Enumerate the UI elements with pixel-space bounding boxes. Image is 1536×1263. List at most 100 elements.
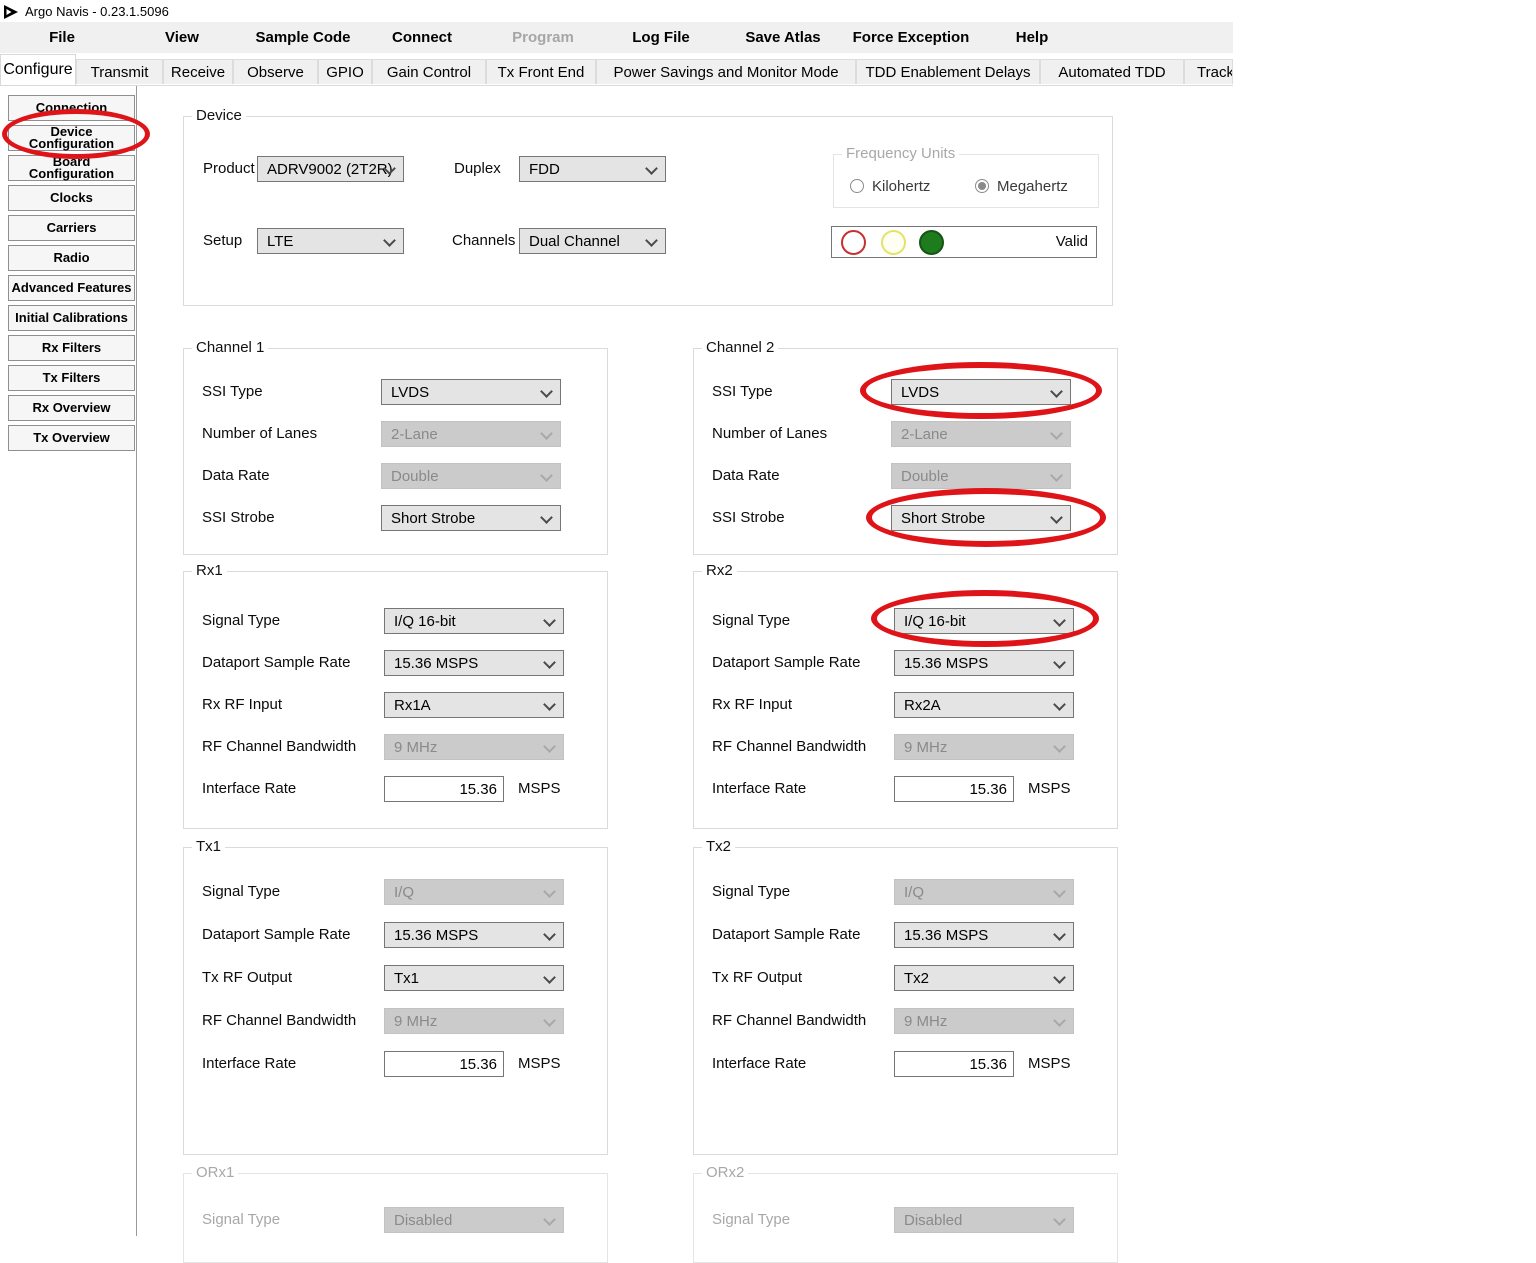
tab-observe[interactable]: Observe (233, 59, 318, 84)
tx1-sample-rate-dropdown[interactable]: 15.36 MSPS (384, 922, 564, 948)
rx2-signal-type-dropdown[interactable]: I/Q 16-bit (894, 608, 1074, 634)
sidebar-item-rx-overview[interactable]: Rx Overview (8, 395, 135, 421)
tx2-interface-rate-label: Interface Rate (712, 1055, 806, 1072)
product-dropdown[interactable]: ADRV9002 (2T2R) (257, 156, 404, 182)
sidebar-item-clocks[interactable]: Clocks (8, 185, 135, 211)
tx1-signal-type-label: Signal Type (202, 883, 280, 900)
status-light-yellow-icon (881, 230, 906, 255)
tx2-signal-type-label: Signal Type (712, 883, 790, 900)
tab-transmit[interactable]: Transmit (76, 59, 163, 84)
ch1-ssi-strobe-dropdown[interactable]: Short Strobe (381, 505, 561, 531)
chevron-down-icon (1053, 928, 1066, 941)
tx1-signal-type-dropdown: I/Q (384, 879, 564, 905)
tab-gain-control[interactable]: Gain Control (372, 59, 486, 84)
sidebar-item-advanced-features[interactable]: Advanced Features (8, 275, 135, 301)
tab-configure[interactable]: Configure (0, 54, 76, 85)
menu-item-connect[interactable]: Connect (362, 22, 482, 53)
menu-item-view[interactable]: View (122, 22, 242, 53)
tx2-interface-rate-input[interactable] (894, 1051, 1014, 1077)
ch2-ssi-type-label: SSI Type (712, 383, 773, 400)
channels-label: Channels (452, 232, 515, 249)
rx1-sample-rate-dropdown[interactable]: 15.36 MSPS (384, 650, 564, 676)
tab-power-savings-and-monitor-mode[interactable]: Power Savings and Monitor Mode (596, 59, 856, 84)
orx2-signal-type-label: Signal Type (712, 1211, 790, 1228)
tx2-bandwidth-value: 9 MHz (904, 1013, 947, 1030)
sidebar-item-carriers[interactable]: Carriers (8, 215, 135, 241)
tx2-rf-output-dropdown[interactable]: Tx2 (894, 965, 1074, 991)
setup-label: Setup (203, 232, 242, 249)
sidebar-item-radio[interactable]: Radio (8, 245, 135, 271)
menu-item-program: Program (483, 22, 603, 53)
sidebar-item-board-configuration[interactable]: Board Configuration (8, 155, 135, 181)
ch2-lanes-label: Number of Lanes (712, 425, 827, 442)
rx2-sample-rate-dropdown[interactable]: 15.36 MSPS (894, 650, 1074, 676)
chevron-down-icon (1053, 698, 1066, 711)
rx2-sample-rate-value: 15.36 MSPS (904, 655, 988, 672)
sidebar-item-initial-calibrations[interactable]: Initial Calibrations (8, 305, 135, 331)
ch1-ssi-type-value: LVDS (391, 384, 429, 401)
duplex-dropdown[interactable]: FDD (519, 156, 666, 182)
ch1-ssi-type-dropdown[interactable]: LVDS (381, 379, 561, 405)
setup-dropdown[interactable]: LTE (257, 228, 404, 254)
chevron-down-icon (1053, 1014, 1066, 1027)
rx1-bandwidth-label: RF Channel Bandwidth (202, 738, 356, 755)
sidebar-item-rx-filters[interactable]: Rx Filters (8, 335, 135, 361)
ch1-lanes-dropdown: 2-Lane (381, 421, 561, 447)
product-value: ADRV9002 (2T2R) (267, 161, 393, 178)
tx1-rf-output-label: Tx RF Output (202, 969, 292, 986)
sidebar-item-connection[interactable]: Connection (8, 95, 135, 121)
tab-tx-front-end[interactable]: Tx Front End (486, 59, 596, 84)
tx1-interface-rate-input[interactable] (384, 1051, 504, 1077)
tx2-signal-type-dropdown: I/Q (894, 879, 1074, 905)
rx1-interface-rate-input[interactable] (384, 776, 504, 802)
menu-item-save-atlas[interactable]: Save Atlas (723, 22, 843, 53)
rx2-group: Rx2 Signal Type I/Q 16-bit Dataport Samp… (693, 571, 1118, 829)
rx1-rf-input-dropdown[interactable]: Rx1A (384, 692, 564, 718)
tab-tdd-enablement-delays[interactable]: TDD Enablement Delays (856, 59, 1040, 84)
chevron-down-icon (1053, 885, 1066, 898)
tab-tracking-clipped[interactable]: Track (1184, 59, 1233, 84)
menu-item-log-file[interactable]: Log File (601, 22, 721, 53)
tx1-bandwidth-value: 9 MHz (394, 1013, 437, 1030)
tab-gpio[interactable]: GPIO (318, 59, 372, 84)
tx2-bandwidth-dropdown: 9 MHz (894, 1008, 1074, 1034)
ch2-data-rate-label: Data Rate (712, 467, 780, 484)
tx1-interface-rate-label: Interface Rate (202, 1055, 296, 1072)
chevron-down-icon (1053, 656, 1066, 669)
status-light-green-icon (919, 230, 944, 255)
chevron-down-icon (543, 740, 556, 753)
tx2-interface-rate-unit: MSPS (1028, 1055, 1071, 1072)
orx1-signal-type-dropdown: Disabled (384, 1207, 564, 1233)
tab-automated-tdd[interactable]: Automated TDD (1040, 59, 1184, 84)
chevron-down-icon (540, 385, 553, 398)
orx2-signal-type-value: Disabled (904, 1212, 962, 1229)
menu-item-file[interactable]: File (2, 22, 122, 53)
channel1-group-title: Channel 1 (192, 339, 268, 356)
tx2-bandwidth-label: RF Channel Bandwidth (712, 1012, 866, 1029)
sidebar-item-tx-filters[interactable]: Tx Filters (8, 365, 135, 391)
rx1-sample-rate-label: Dataport Sample Rate (202, 654, 350, 671)
rx2-interface-rate-unit: MSPS (1028, 780, 1071, 797)
channels-dropdown[interactable]: Dual Channel (519, 228, 666, 254)
chevron-down-icon (543, 1213, 556, 1226)
rx2-group-title: Rx2 (702, 562, 737, 579)
tx1-rf-output-dropdown[interactable]: Tx1 (384, 965, 564, 991)
menu-item-sample-code[interactable]: Sample Code (243, 22, 363, 53)
rx1-signal-type-label: Signal Type (202, 612, 280, 629)
tab-receive[interactable]: Receive (163, 59, 233, 84)
ch2-ssi-strobe-dropdown[interactable]: Short Strobe (891, 505, 1071, 531)
menu-item-help[interactable]: Help (972, 22, 1092, 53)
sidebar-item-tx-overview[interactable]: Tx Overview (8, 425, 135, 451)
tx2-sample-rate-dropdown[interactable]: 15.36 MSPS (894, 922, 1074, 948)
chevron-down-icon (540, 427, 553, 440)
ch1-ssi-strobe-value: Short Strobe (391, 510, 475, 527)
ch2-ssi-type-dropdown[interactable]: LVDS (891, 379, 1071, 405)
menu-item-force-exception[interactable]: Force Exception (846, 22, 976, 53)
channel2-group: Channel 2 SSI Type LVDS Number of Lanes … (693, 348, 1118, 555)
rx1-signal-type-dropdown[interactable]: I/Q 16-bit (384, 608, 564, 634)
rx2-rf-input-dropdown[interactable]: Rx2A (894, 692, 1074, 718)
product-label: Product (203, 160, 255, 177)
ch2-data-rate-value: Double (901, 468, 949, 485)
rx2-interface-rate-input[interactable] (894, 776, 1014, 802)
sidebar-item-device-configuration[interactable]: Device Configuration (8, 125, 135, 151)
